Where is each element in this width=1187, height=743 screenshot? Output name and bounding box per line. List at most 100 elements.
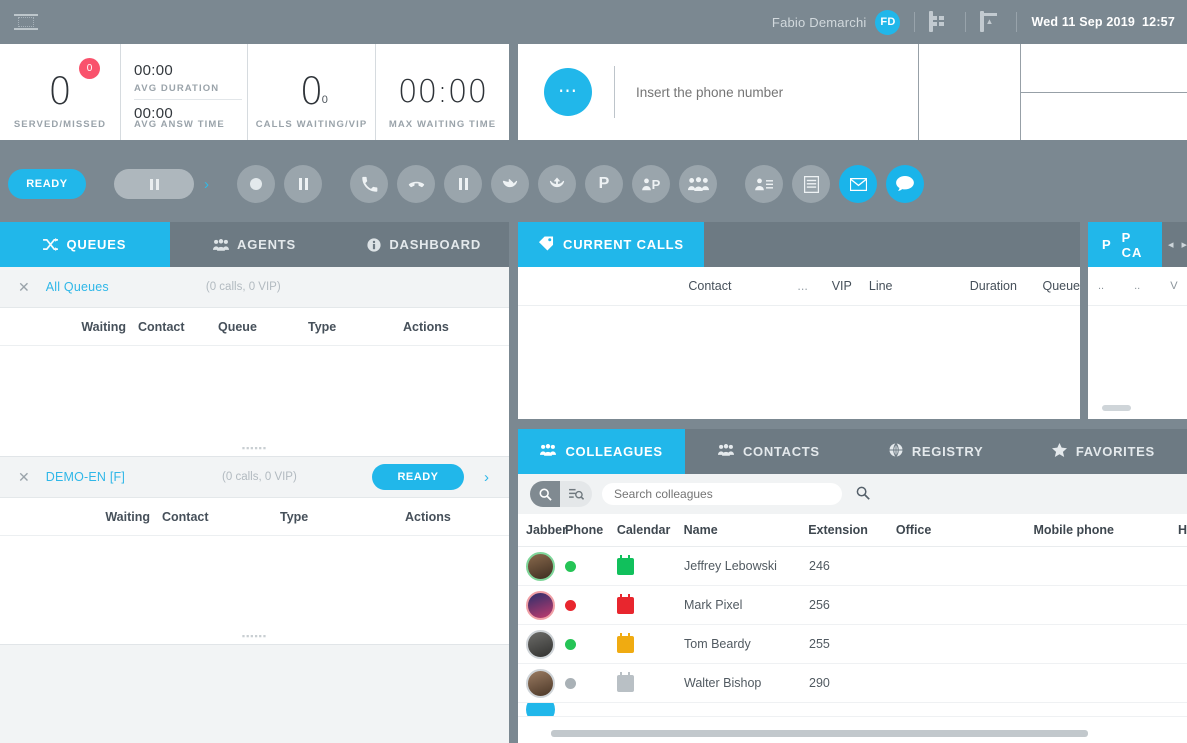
served-missed-label: SERVED/MISSED bbox=[13, 119, 107, 130]
tab-dashboard[interactable]: DASHBOARD bbox=[339, 222, 510, 267]
queue-count: (0 calls, 0 VIP) bbox=[205, 281, 281, 293]
table-row[interactable] bbox=[518, 703, 1187, 717]
tab-favorites[interactable]: FAVORITES bbox=[1019, 429, 1187, 474]
table-row[interactable]: Mark Pixel 256 bbox=[518, 586, 1187, 625]
tab-agents[interactable]: AGENTS bbox=[169, 222, 340, 267]
chevron-right-icon[interactable]: › bbox=[204, 176, 209, 193]
tab-contacts[interactable]: CONTACTS bbox=[685, 429, 853, 474]
close-icon[interactable]: ✕ bbox=[18, 469, 30, 486]
colleagues-tabbar: COLLEAGUES CONTACTS REGISTRY FAVORITES bbox=[518, 429, 1187, 474]
column-name: Name bbox=[683, 523, 718, 537]
calls-waiting-value: 0 bbox=[299, 70, 324, 113]
resize-grip[interactable]: ▪▪▪▪▪▪ bbox=[242, 443, 267, 453]
phone-status-icon bbox=[565, 560, 617, 572]
column-contact: Contact bbox=[138, 319, 185, 334]
pause-status-button[interactable] bbox=[114, 169, 194, 199]
horizontal-scrollbar[interactable] bbox=[1102, 405, 1131, 411]
park-person-button[interactable]: P bbox=[632, 165, 670, 203]
resize-grip[interactable]: ▪▪▪▪▪▪ bbox=[242, 631, 267, 641]
notes-button[interactable] bbox=[792, 165, 830, 203]
colleagues-panel: COLLEAGUES CONTACTS REGISTRY FAVORITES S… bbox=[518, 429, 1187, 743]
answer-call-button[interactable] bbox=[350, 165, 388, 203]
queue-section-header-demo[interactable]: ✕ DEMO-EN [F] (0 calls, 0 VIP) READY › bbox=[0, 457, 509, 498]
datetime-display: Wed 11 Sep 2019 12:57 bbox=[1031, 15, 1175, 29]
park-p-icon: P bbox=[598, 175, 610, 192]
tab-label: DASHBOARD bbox=[389, 237, 482, 252]
table-row[interactable]: Tom Beardy 255 bbox=[518, 625, 1187, 664]
max-waiting-value: 00:00 bbox=[397, 74, 488, 110]
queue-list-demo: ▪▪▪▪▪▪ bbox=[0, 536, 509, 644]
tab-registry[interactable]: REGISTRY bbox=[852, 429, 1020, 474]
avatar[interactable] bbox=[518, 703, 565, 716]
stat-averages: 00:00 AVG DURATION 00:00 AVG ANSW TIME bbox=[121, 44, 248, 140]
hold-call-button[interactable] bbox=[444, 165, 482, 203]
table-row[interactable]: Jeffrey Lebowski 246 bbox=[518, 547, 1187, 586]
queue-section-header[interactable]: ✕ All Queues (0 calls, 0 VIP) bbox=[0, 267, 509, 308]
column-queue: Queue bbox=[218, 319, 257, 334]
pause-recording-button[interactable] bbox=[284, 165, 322, 203]
horizontal-scrollbar[interactable] bbox=[551, 730, 1088, 737]
stat-served-missed: 0 0 SERVED/MISSED bbox=[0, 44, 121, 140]
divider bbox=[965, 12, 967, 32]
application-window: Fabio Demarchi FD Wed 11 Sep 2019 12:57 … bbox=[0, 0, 1187, 743]
colleague-name: Tom Beardy bbox=[684, 637, 751, 651]
queue-ready-button[interactable]: READY bbox=[372, 464, 464, 490]
chat-button[interactable] bbox=[886, 165, 924, 203]
mail-button[interactable] bbox=[839, 165, 877, 203]
column-ellipsis: ... bbox=[797, 279, 808, 293]
tab-colleagues[interactable]: COLLEAGUES bbox=[518, 429, 686, 474]
search-icon[interactable] bbox=[530, 481, 560, 507]
tab-parked-calls[interactable]: P P CA bbox=[1088, 222, 1162, 267]
phone-number-input[interactable] bbox=[615, 44, 910, 140]
column-vip: V bbox=[1170, 280, 1178, 292]
transfer-down-icon bbox=[502, 179, 518, 188]
time-label: 12:57 bbox=[1142, 15, 1175, 29]
call-tag-icon bbox=[538, 235, 554, 254]
park-call-button[interactable]: P bbox=[585, 165, 623, 203]
attended-transfer-button[interactable] bbox=[538, 165, 576, 203]
record-button[interactable] bbox=[237, 165, 275, 203]
column-actions: Actions bbox=[403, 319, 449, 334]
dialpad-dots-icon[interactable]: ⋯ bbox=[544, 68, 592, 116]
avatar[interactable] bbox=[518, 668, 565, 698]
conference-group-icon bbox=[687, 176, 709, 191]
chevron-left-icon[interactable]: ◂ bbox=[1168, 238, 1174, 251]
parked-calls-column-header: .. .. V bbox=[1088, 267, 1187, 306]
chevron-right-icon[interactable]: › bbox=[484, 469, 489, 486]
status-badge: 0 bbox=[79, 58, 100, 79]
avatar[interactable] bbox=[518, 629, 565, 659]
transfer-up-icon bbox=[549, 177, 565, 188]
avatar[interactable] bbox=[518, 551, 565, 581]
stat-calls-waiting: 0 0 CALLS WAITING/VIP bbox=[248, 44, 376, 140]
park-p-icon: P bbox=[1102, 237, 1112, 252]
transfer-button[interactable] bbox=[491, 165, 529, 203]
keypad-grid-icon[interactable] bbox=[929, 11, 951, 32]
top-header-bar: Fabio Demarchi FD Wed 11 Sep 2019 12:57 bbox=[0, 0, 1187, 44]
conference-button[interactable] bbox=[679, 165, 717, 203]
call-control-buttons: P P bbox=[350, 165, 717, 203]
panel-layout-icon[interactable] bbox=[14, 12, 38, 32]
colleague-name: Jeffrey Lebowski bbox=[684, 559, 777, 573]
chevron-right-icon[interactable]: ▸ bbox=[1181, 238, 1187, 251]
tab-label: REGISTRY bbox=[911, 444, 984, 459]
avatar[interactable]: FD bbox=[875, 9, 901, 35]
avatar[interactable] bbox=[518, 590, 565, 620]
info-icon bbox=[367, 237, 381, 252]
tab-current-calls[interactable]: CURRENT CALLS bbox=[518, 222, 704, 267]
tab-label: AGENTS bbox=[237, 237, 296, 252]
person-list-icon bbox=[755, 178, 773, 191]
dialer-strip: ⋯ bbox=[518, 44, 1187, 140]
export-box-icon[interactable] bbox=[980, 11, 1002, 32]
search-submit-icon[interactable] bbox=[856, 486, 870, 503]
table-row[interactable]: Walter Bishop 290 bbox=[518, 664, 1187, 703]
colleague-name: Mark Pixel bbox=[684, 598, 743, 612]
agent-list-button[interactable] bbox=[745, 165, 783, 203]
search-input[interactable] bbox=[602, 483, 842, 505]
advanced-search-icon[interactable] bbox=[560, 481, 592, 507]
close-icon[interactable]: ✕ bbox=[18, 279, 30, 296]
tab-queues[interactable]: QUEUES bbox=[0, 222, 170, 267]
column-office: Office bbox=[895, 523, 932, 537]
column-duration: Duration bbox=[969, 279, 1017, 293]
hangup-call-button[interactable] bbox=[397, 165, 435, 203]
agent-status-button[interactable]: READY bbox=[8, 169, 86, 199]
